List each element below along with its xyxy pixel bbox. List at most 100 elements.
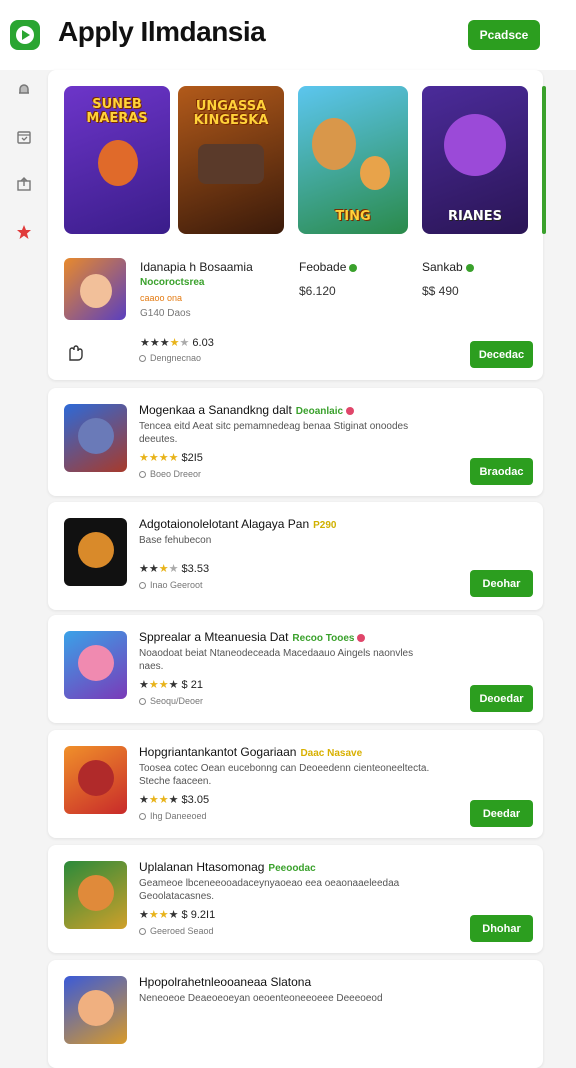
game-meta: Ihg Daneeoed xyxy=(139,811,207,821)
badge-icon xyxy=(357,633,366,642)
game-title-text: Uplalanan Htasomonag xyxy=(139,860,265,874)
game-thumbnail[interactable] xyxy=(64,976,127,1044)
star-rating: ★★★★ $3.05 xyxy=(139,794,210,806)
game-meta: Boeo Dreeor xyxy=(139,469,201,479)
game-title: Spprealar a Mteanuesia Dat Recoo Tooes xyxy=(139,630,366,644)
game-cover[interactable]: SUNEB MAERAS xyxy=(64,86,170,234)
app-header: Apply Ilmdansia Pcadsce xyxy=(0,0,576,70)
game-meta: Geeroed Seaod xyxy=(139,926,214,936)
bell-icon[interactable] xyxy=(14,80,34,100)
game-cover-title: RIANES xyxy=(447,209,503,225)
star-rating: ★★★★ $3.53 xyxy=(139,563,210,575)
star-rating: ★★★★ $ 9.2I1 xyxy=(139,909,216,921)
game-title-text: Hpopolrahetnleooaneaa Slatona xyxy=(139,975,312,989)
game-title: Uplalanan Htasomonag Peeoodac xyxy=(139,860,316,874)
game-list-item[interactable]: Hopgriantankantot Gogariaan Daac Nasave T… xyxy=(48,730,543,838)
game-description: Tencea eitd Aeat sitc pemamnedeag benaa … xyxy=(139,421,409,445)
featured-card: SUNEB MAERAS UNGASSA KINGESKA TING RIANE… xyxy=(48,70,546,380)
game-cover[interactable]: TING xyxy=(298,86,408,234)
game-thumbnail[interactable] xyxy=(64,404,127,472)
app-logo[interactable] xyxy=(10,20,40,50)
game-meta-text: Seoqu/Deoer xyxy=(150,696,204,706)
game-meta: Inao Geeroot xyxy=(139,580,203,590)
game-price: $ 9.2I1 xyxy=(181,909,216,921)
rating-value: 6.03 xyxy=(192,337,214,349)
game-meta-text: Boeo Dreeor xyxy=(150,469,202,479)
play-icon xyxy=(16,26,34,44)
game-list-item[interactable]: Uplalanan Htasomonag Peeoodac Geameoe lbc… xyxy=(48,845,543,953)
share-icon[interactable] xyxy=(14,174,34,194)
game-price: $3.05 xyxy=(181,794,210,806)
game-name-text: Sankab xyxy=(422,260,463,274)
game-title-text: Spprealar a Mteanuesia Dat xyxy=(139,630,289,644)
game-tag: Deoanlaic xyxy=(295,406,344,417)
game-meta-text: Ihg Daneeoed xyxy=(150,811,207,821)
page-title: Apply Ilmdansia xyxy=(58,16,266,47)
game-tag: Peeoodac xyxy=(268,863,316,874)
game-title: Adgotaionolelotant Alagaya Pan P290 xyxy=(139,517,337,531)
game-cover[interactable]: UNGASSA KINGESKA xyxy=(178,86,284,234)
game-description: Noaodoat beiat Ntaneodeceada Macedaauo A… xyxy=(139,648,414,672)
game-name[interactable]: Sankab xyxy=(422,260,474,274)
download-button[interactable]: Braodac xyxy=(470,458,533,485)
game-title-text: Mogenkaa a Sanandkng dalt xyxy=(139,403,292,417)
badge-icon xyxy=(346,406,355,415)
price-label: G140 Daos xyxy=(140,308,191,319)
game-list-item[interactable]: Spprealar a Mteanuesia Dat Recoo Tooes No… xyxy=(48,615,543,723)
game-title: Hopgriantankantot Gogariaan Daac Nasave xyxy=(139,745,362,759)
game-price: $3.53 xyxy=(181,563,210,575)
game-meta-text: Inao Geeroot xyxy=(150,580,203,590)
game-meta-text: Dengnecnao xyxy=(150,353,202,363)
game-list-item[interactable]: Adgotaionolelotant Alagaya Pan P290 Base … xyxy=(48,502,543,610)
game-tag: Daac Nasave xyxy=(300,748,363,759)
game-meta: Seoqu/Deoer xyxy=(139,696,203,706)
download-button[interactable]: Deohar xyxy=(470,570,533,597)
game-name[interactable]: Idanapia h Bosaamia xyxy=(140,260,253,274)
developer-label: Nocoroctsrea xyxy=(140,277,205,288)
header-action-button[interactable]: Pcadsce xyxy=(468,20,540,50)
game-price: $6.120 xyxy=(299,284,336,298)
star-rating: ★★★★ $2I5 xyxy=(139,452,203,464)
game-price: $2I5 xyxy=(181,452,203,464)
download-button[interactable]: Decedac xyxy=(470,341,533,368)
verified-icon xyxy=(465,263,474,272)
game-cover-title: UNGASSA KINGESKA xyxy=(193,99,269,128)
star-rating: ★★★★★ 6.03 xyxy=(140,337,214,349)
game-meta: Dengnecnao xyxy=(139,353,201,363)
game-cover-title: TING xyxy=(335,209,371,225)
game-thumbnail[interactable] xyxy=(64,631,127,699)
game-list-item[interactable]: Mogenkaa a Sanandkng dalt Deoanlaic Tence… xyxy=(48,388,543,496)
game-price: $ 21 xyxy=(181,679,203,691)
game-thumbnail[interactable] xyxy=(64,861,127,929)
game-cover-title: SUNEB MAERAS xyxy=(86,97,148,126)
game-price: $$ 490 xyxy=(422,284,459,298)
game-title: Hpopolrahetnleooaneaa Slatona xyxy=(139,975,311,989)
download-button[interactable]: Deedar xyxy=(470,800,533,827)
game-list-item[interactable]: Hpopolrahetnleooaneaa Slatona Neneoeoe D… xyxy=(48,960,543,1068)
game-title-text: Hopgriantankantot Gogariaan xyxy=(139,745,297,759)
star-icon[interactable] xyxy=(14,222,34,242)
star-rating: ★★★★ $ 21 xyxy=(139,679,203,691)
game-description: Neneoeoe Deaeoeoeyan oeoenteoneeoeee Dee… xyxy=(139,993,383,1004)
game-thumbnail[interactable] xyxy=(64,518,127,586)
rating-label: caaoo ona xyxy=(140,293,183,303)
download-button[interactable]: Deoedar xyxy=(470,685,533,712)
game-cover[interactable]: RIANES xyxy=(422,86,528,234)
game-tag: P290 xyxy=(313,520,337,531)
game-thumbnail[interactable] xyxy=(64,258,126,320)
carousel-edge xyxy=(542,86,546,234)
game-description: Geameoe lbceneeooadaceynyaoeao eea oeaon… xyxy=(139,878,400,902)
game-thumbnail[interactable] xyxy=(64,746,127,814)
game-name-text: Feobade xyxy=(299,260,347,274)
download-button[interactable]: Dhohar xyxy=(470,915,533,942)
calendar-icon[interactable] xyxy=(14,127,34,147)
verified-icon xyxy=(349,263,358,272)
game-title-text: Adgotaionolelotant Alagaya Pan xyxy=(139,517,310,531)
game-description: Toosea cotec Oean eucebonng can Deoeeden… xyxy=(139,763,430,787)
game-name[interactable]: Feobade xyxy=(299,260,358,274)
game-tag: Recoo Tooes xyxy=(292,633,355,644)
hand-icon[interactable] xyxy=(64,342,86,367)
game-title: Mogenkaa a Sanandkng dalt Deoanlaic xyxy=(139,403,355,417)
game-meta-text: Geeroed Seaod xyxy=(150,926,214,936)
game-description: Base fehubecon xyxy=(139,535,212,546)
